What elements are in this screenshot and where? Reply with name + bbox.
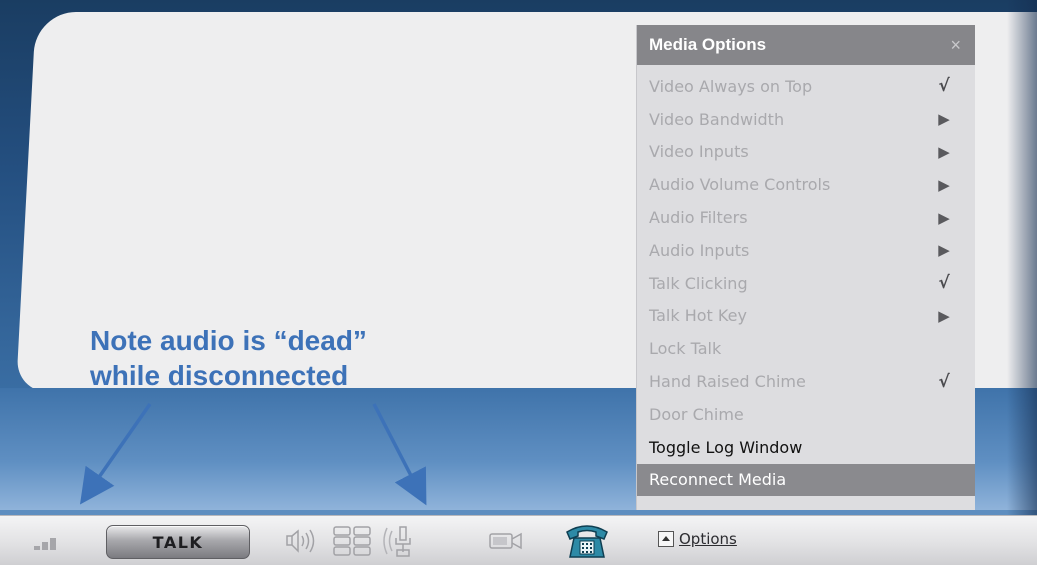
- menu-item-label: Audio Volume Controls: [649, 175, 831, 195]
- microphone-icon[interactable]: [378, 524, 418, 558]
- menu-item-hand-raised-chime[interactable]: Hand Raised Chime √: [637, 365, 975, 398]
- menu-item-label: Audio Filters: [649, 208, 748, 228]
- telephone-icon[interactable]: [564, 522, 610, 560]
- bottom-toolbar: TALK Options: [0, 515, 1037, 565]
- menu-item-toggle-log-window[interactable]: Toggle Log Window: [637, 431, 975, 464]
- close-icon[interactable]: ×: [950, 35, 961, 56]
- menu-item-audio-inputs[interactable]: Audio Inputs ▶: [637, 234, 975, 267]
- menu-item-video-bandwidth[interactable]: Video Bandwidth ▶: [637, 103, 975, 136]
- menu-item-label: Video Bandwidth: [649, 109, 785, 129]
- menu-item-audio-volume-controls[interactable]: Audio Volume Controls ▶: [637, 168, 975, 201]
- submenu-arrow-icon: ▶: [938, 306, 950, 325]
- equalizer-icon[interactable]: [332, 525, 372, 557]
- submenu-arrow-icon: ▶: [938, 208, 950, 227]
- media-options-list: Video Always on Top √ Video Bandwidth ▶ Vide…: [637, 65, 975, 497]
- submenu-arrow-icon: ▶: [938, 142, 950, 161]
- video-camera-icon[interactable]: [488, 530, 524, 552]
- media-options-header: Media Options ×: [637, 25, 975, 65]
- menu-item-video-always-on-top[interactable]: Video Always on Top √: [637, 70, 975, 103]
- menu-item-talk-hot-key[interactable]: Talk Hot Key ▶: [637, 300, 975, 333]
- menu-item-label: Audio Inputs: [649, 240, 750, 260]
- options-link[interactable]: Options: [658, 530, 737, 548]
- checkmark-icon: √: [938, 273, 950, 294]
- menu-item-video-inputs[interactable]: Video Inputs ▶: [637, 136, 975, 169]
- media-options-menu: Media Options × Video Always on Top √ Vide…: [636, 25, 975, 510]
- menu-item-label: Reconnect Media: [649, 470, 787, 490]
- menu-item-reconnect-media[interactable]: Reconnect Media: [637, 463, 975, 497]
- talk-button[interactable]: TALK: [106, 525, 250, 559]
- menu-item-label: Talk Hot Key: [649, 306, 747, 326]
- signal-strength-icon: [34, 538, 56, 550]
- menu-item-label: Door Chime: [649, 404, 744, 424]
- checkmark-icon: √: [938, 76, 950, 97]
- menu-item-label: Hand Raised Chime: [649, 372, 806, 392]
- menu-item-lock-talk[interactable]: Lock Talk: [637, 332, 975, 365]
- options-label[interactable]: Options: [679, 530, 737, 548]
- checkmark-icon: √: [938, 371, 950, 392]
- media-options-title: Media Options: [649, 35, 767, 54]
- menu-item-label: Lock Talk: [649, 339, 722, 359]
- submenu-arrow-icon: ▶: [938, 175, 950, 194]
- submenu-arrow-icon: ▶: [938, 110, 950, 129]
- menu-item-label: Talk Clicking: [649, 273, 748, 293]
- options-toggle-icon[interactable]: [658, 531, 674, 547]
- menu-item-label: Video Always on Top: [649, 76, 813, 96]
- speaker-icon[interactable]: [285, 526, 319, 556]
- annotation-note: Note audio is “dead” while disconnected: [90, 323, 510, 393]
- submenu-arrow-icon: ▶: [938, 241, 950, 260]
- menu-item-label: Toggle Log Window: [649, 437, 803, 457]
- menu-item-label: Video Inputs: [649, 142, 749, 162]
- annotation-line-1: Note audio is “dead”: [90, 325, 367, 356]
- menu-item-door-chime[interactable]: Door Chime: [637, 398, 975, 431]
- background-edge: [1007, 0, 1037, 564]
- menu-item-talk-clicking[interactable]: Talk Clicking √: [637, 267, 975, 300]
- annotation-line-2: while disconnected: [90, 360, 349, 391]
- menu-item-audio-filters[interactable]: Audio Filters ▶: [637, 201, 975, 234]
